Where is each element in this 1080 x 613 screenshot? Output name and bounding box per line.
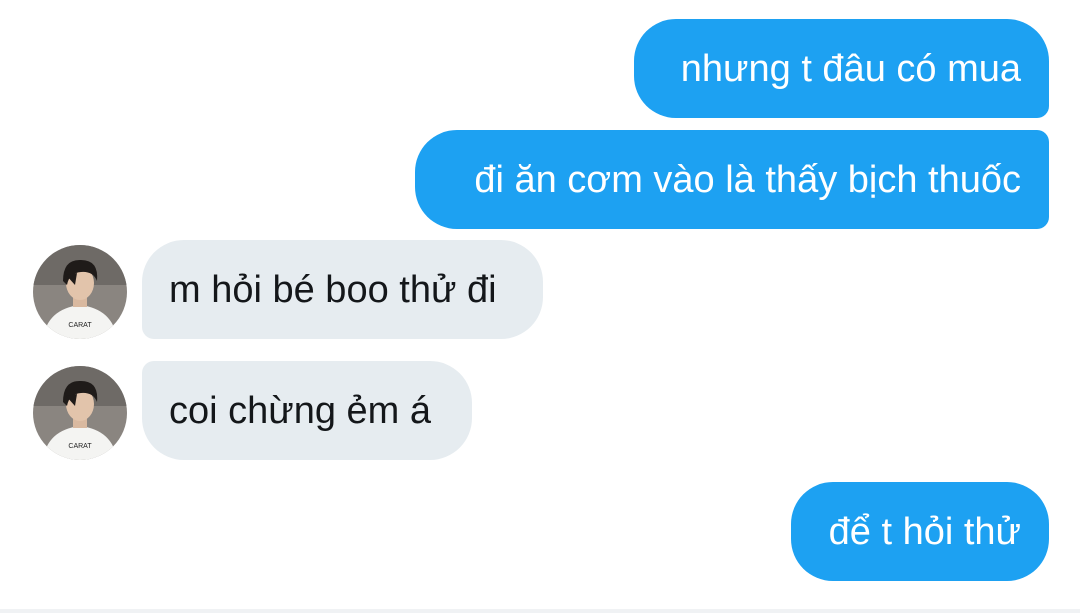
message-text: đi ăn cơm vào là thấy bịch thuốc [474,158,1021,201]
sent-message-bubble[interactable]: đi ăn cơm vào là thấy bịch thuốc [415,130,1049,229]
received-message-bubble[interactable]: m hỏi bé boo thử đi [142,240,543,339]
divider [0,609,1080,613]
message-text: coi chừng ẻm á [169,389,432,432]
shirt-print: CARAT [68,443,92,450]
message-text: nhưng t đâu có mua [680,47,1021,90]
avatar[interactable]: CARAT [33,366,127,460]
message-text: để t hỏi thử [828,510,1021,553]
message-text: m hỏi bé boo thử đi [169,268,497,311]
avatar[interactable]: CARAT [33,245,127,339]
user-avatar-photo-icon: CARAT [33,366,127,460]
received-message-bubble[interactable]: coi chừng ẻm á [142,361,472,460]
sent-message-bubble[interactable]: để t hỏi thử [791,482,1049,581]
sent-message-bubble[interactable]: nhưng t đâu có mua [634,19,1049,118]
user-avatar-photo-icon: CARAT [33,245,127,339]
shirt-print: CARAT [68,322,92,329]
